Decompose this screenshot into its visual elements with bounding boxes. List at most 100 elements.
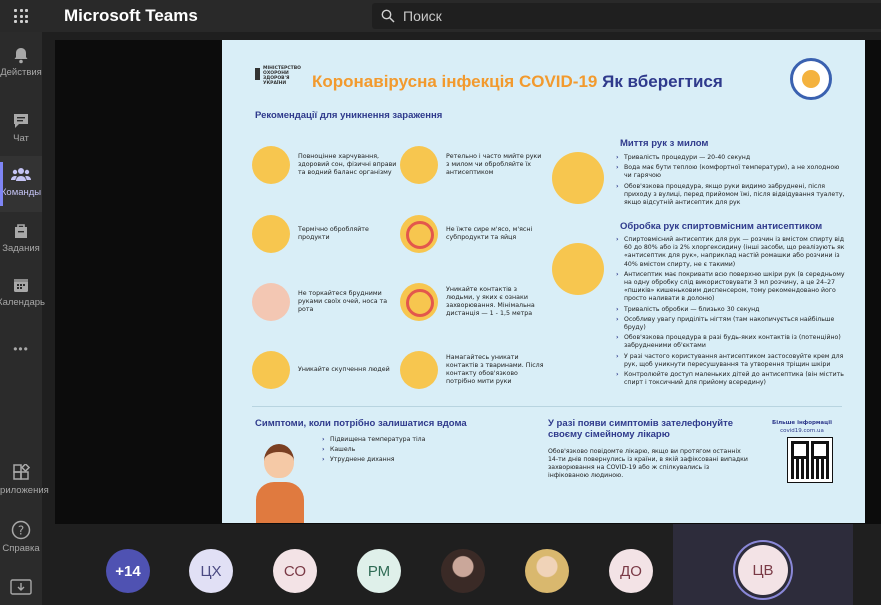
no-raw-meat-icon [400,215,438,253]
sanitize-item: Антисептик має покривати всю поверхню шк… [616,271,848,304]
healthy-person-icon [252,146,290,184]
slide-title-main: Коронавірусна інфекція COVID-19 [312,72,598,91]
divider [252,406,842,407]
tip-text: Не їжте сире м'ясо, м'ясні субпродукти т… [446,226,533,241]
tip-nutrition: Повноцінне харчування, здоровий сон, фіз… [252,146,398,184]
participant-photo[interactable] [525,549,569,593]
sanitize-heading: Обробка рук спиртовмісним антисептиком [620,221,823,232]
symptoms-heading: Симптоми, коли потрібно залишатися вдома [255,418,467,429]
more-icon: ••• [13,342,29,356]
cat-icon [400,351,438,389]
sanitize-list: Спиртовмісний антисептик для рук — розчи… [616,236,848,389]
apps-icon [13,464,30,480]
bell-icon [14,48,28,64]
crowd-icon [252,351,290,389]
tip-text: Уникайте скупчення людей [298,366,390,373]
participant-avatar[interactable]: СО [273,549,317,593]
tip-cook: Термічно обробляйте продукти [252,215,398,253]
sanitize-item: Тривалість обробки — близько 30 секунд [616,306,848,314]
ministry-label: МІНІСТЕРСТВО ОХОРОНИ ЗДОРОВ'Я УКРАЇНИ [263,66,301,86]
cooking-pot-icon [252,215,290,253]
hand-icon [252,283,290,321]
sick-person-icon [252,438,308,523]
recommend-heading: Рекомендації для уникнення зараження [255,110,443,121]
rail-label: Календарь [0,297,45,308]
tip-animals: Намагайтесь уникати контактів з тваринам… [400,351,546,389]
title-bar: Microsoft Teams Поиск [0,0,881,32]
tip-text: Повноцінне харчування, здоровий сон, фіз… [298,153,397,176]
tip-text: Ретельно і часто мийте руки з милом чи о… [446,153,542,176]
tip-text: Термічно обробляйте продукти [298,226,369,241]
rail-label: Чат [13,133,29,144]
search-icon [381,9,395,23]
health-logo-icon [790,58,832,100]
call-heading: У разі появи симптомів зателефонуйте сво… [548,418,734,440]
participant-avatar[interactable]: РМ [357,549,401,593]
ukraine-emblem-icon [255,68,260,80]
qr-code-icon [787,437,833,483]
sanitizer-bottle-icon [552,243,604,295]
search-input[interactable]: Поиск [372,3,881,29]
wash-item: Вода має бути теплою (комфортної темпера… [616,164,846,180]
tip-text: Уникайте контактів з людьми, у яких є оз… [446,286,535,317]
rail-label: Справка [2,543,40,554]
call-text: Обов'язково повідомте лікарю, якщо ви пр… [548,448,748,479]
soap-hands-icon [552,152,604,204]
slide-title: Коронавірусна інфекція COVID-19 Як вбере… [312,72,723,92]
app-rail: Действия Чат Команды Задания Календарь •… [0,32,49,605]
svg-text:?: ? [18,524,24,538]
tip-raw-meat: Не їжте сире м'ясо, м'ясні субпродукти т… [400,215,546,253]
calendar-icon [14,279,28,292]
rail-apps[interactable]: Приложения [0,454,49,510]
search-placeholder: Поиск [403,8,442,24]
wash-item: Тривалість процедури — 20-40 секунд [616,154,846,162]
more-info: Більше інформації covid19.com.ua [770,420,834,434]
sanitize-item: Обов'язкова процедура в разі будь-яких к… [616,334,848,350]
symptom-item: Кашель [322,446,482,454]
shared-slide: МІНІСТЕРСТВО ОХОРОНИ ЗДОРОВ'Я УКРАЇНИ Ко… [222,40,865,523]
symptom-item: Утруднене дихання [322,456,482,464]
more-info-label: Більше інформації [772,420,832,426]
rail-label: Команды [0,187,42,198]
sanitize-item: Особливу увагу приділіть нігтям (там нак… [616,316,848,332]
tip-text: Намагайтесь уникати контактів з тваринам… [446,354,544,385]
no-handshake-icon [400,283,438,321]
rail-label: Задания [2,243,40,254]
teams-icon [11,168,31,181]
rail-calendar[interactable]: Календарь [0,266,45,322]
participant-avatar[interactable]: ДО [609,549,653,593]
tip-text: Не торкайтеся брудними руками своїх очей… [298,290,388,313]
rail-more[interactable]: ••• [0,332,42,388]
sanitize-item: Спиртовмісний антисептик для рук — розчи… [616,236,848,269]
tip-touch: Не торкайтеся брудними руками своїх очей… [252,283,398,321]
sanitize-item: Контролюйте доступ маленьких дітей до ан… [616,371,848,387]
participant-photo[interactable] [441,549,485,593]
tip-wash: Ретельно і часто мийте руки з милом чи о… [400,146,546,184]
symptom-item: Підвищена температура тіла [322,436,482,444]
sanitize-item: У разі частого користування антисептиком… [616,353,848,369]
rail-chat[interactable]: Чат [0,102,42,158]
rail-activity[interactable]: Действия [0,36,42,92]
chat-icon [14,114,28,128]
rail-help[interactable]: ? Справка [0,510,42,566]
download-icon[interactable] [10,579,36,601]
participant-avatar[interactable]: ЦХ [189,549,233,593]
active-speaker-avatar[interactable]: ЦВ [738,545,788,595]
help-icon: ? [11,520,31,540]
assignments-icon [15,224,27,238]
app-title: Microsoft Teams [64,6,198,25]
rail-teams[interactable]: Команды [0,156,42,212]
slide-title-sub: Як вберегтися [602,72,723,91]
rail-assignments[interactable]: Задания [0,212,42,268]
symptoms-list: Підвищена температура тіла Кашель Утрудн… [322,436,482,467]
rail-label: Действия [0,67,42,78]
washing-hands-icon [400,146,438,184]
tip-distance: Уникайте контактів з людьми, у яких є оз… [400,283,546,321]
rail-label: Приложения [0,485,49,496]
more-info-url: covid19.com.ua [780,428,824,434]
participants-overflow-button[interactable]: +14 [106,549,150,593]
wash-list: Тривалість процедури — 20-40 секунд Вода… [616,154,846,209]
app-launcher-icon[interactable] [14,9,28,23]
tip-crowd: Уникайте скупчення людей [252,351,398,389]
wash-item: Обов'язкова процедура, якщо руки видимо … [616,183,846,208]
